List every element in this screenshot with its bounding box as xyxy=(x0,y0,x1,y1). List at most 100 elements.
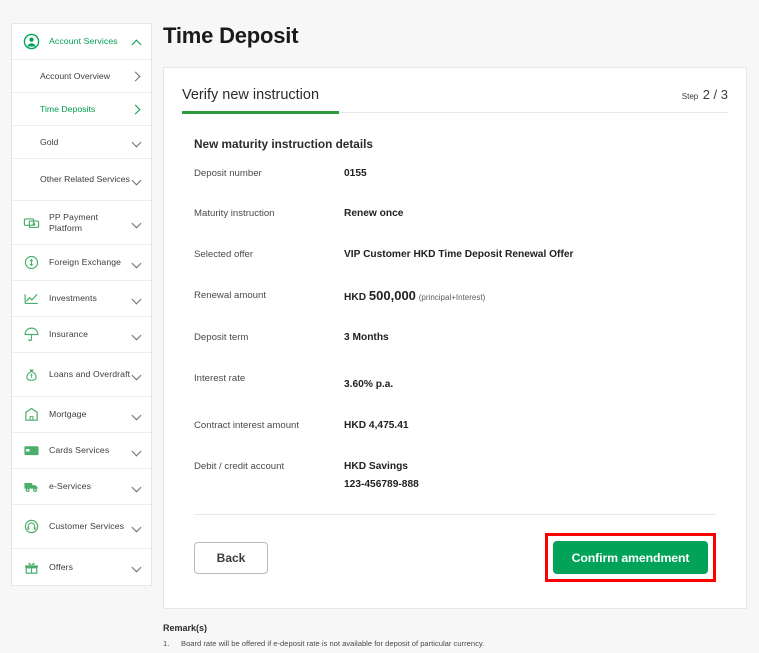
account-number: 123-456789-888 xyxy=(344,479,419,490)
sidebar-item-label: Account Services xyxy=(49,36,118,47)
tab-verify-new-instruction[interactable]: Verify new instruction xyxy=(182,87,319,112)
detail-row-contract-interest-amount: Contract interest amount HKD 4,475.41 xyxy=(194,419,728,433)
sidebar-item-mortgage[interactable]: Mortgage xyxy=(12,397,151,433)
sidebar-item-e-services[interactable]: e-Services xyxy=(12,469,151,505)
sidebar-item-other-related-services[interactable]: Other Related Services xyxy=(12,159,151,201)
chevron-down-icon[interactable] xyxy=(132,562,142,572)
sidebar-item-label: PP Payment Platform xyxy=(49,212,99,233)
chevron-right-icon[interactable] xyxy=(132,71,142,81)
sidebar-subitem-label: Time Deposits xyxy=(40,103,96,114)
account-name: HKD Savings xyxy=(344,461,408,472)
sidebar-item-account-overview[interactable]: Account Overview xyxy=(12,60,151,93)
sidebar-item-foreign-exchange[interactable]: Foreign Exchange xyxy=(12,245,151,281)
chevron-down-icon[interactable] xyxy=(132,258,142,268)
house-icon xyxy=(22,405,41,424)
chevron-down-icon[interactable] xyxy=(132,294,142,304)
confirm-button-highlight: Confirm amendment xyxy=(545,533,716,582)
verify-instruction-card: Verify new instruction Step 2 / 3 New ma… xyxy=(163,67,747,609)
credit-card-icon xyxy=(22,441,41,460)
detail-value: HKD Savings 123-456789-888 xyxy=(344,460,728,492)
detail-row-deposit-number: Deposit number 0155 xyxy=(194,167,728,181)
sidebar-item-time-deposits[interactable]: Time Deposits xyxy=(12,93,151,126)
sidebar-item-account-services[interactable]: Account Services xyxy=(12,24,151,60)
sidebar-item-label: Cards Services xyxy=(49,445,110,456)
currency-exchange-icon xyxy=(22,253,41,272)
sidebar-item-label: Loans and Overdraft xyxy=(49,369,131,380)
chevron-down-icon[interactable] xyxy=(132,410,142,420)
chevron-right-icon[interactable] xyxy=(132,104,142,114)
remark-item: 1. Board rate will be offered if e-depos… xyxy=(163,638,759,650)
chevron-down-icon[interactable] xyxy=(132,446,142,456)
detail-row-renewal-amount: Renewal amount HKD 500,000 (principal+In… xyxy=(194,289,728,305)
chevron-down-icon[interactable] xyxy=(132,175,142,185)
sidebar-item-insurance[interactable]: Insurance xyxy=(12,317,151,353)
detail-label: Deposit term xyxy=(194,332,249,343)
sidebar-navigation: Account Services Account Overview Time D… xyxy=(11,23,152,586)
detail-label: Maturity instruction xyxy=(194,208,275,219)
confirm-amendment-button[interactable]: Confirm amendment xyxy=(553,541,708,574)
detail-value: Renew once xyxy=(344,208,404,219)
detail-value: 0155 xyxy=(344,168,367,179)
main-content: Time Deposit Verify new instruction Step… xyxy=(163,0,759,653)
chevron-down-icon[interactable] xyxy=(132,330,142,340)
sidebar-item-customer-services[interactable]: Customer Services xyxy=(12,505,151,549)
detail-value: 3 Months xyxy=(344,332,389,343)
amount-value: 500,000 xyxy=(368,288,416,303)
sidebar-item-label: Mortgage xyxy=(49,409,87,420)
sidebar-item-investments[interactable]: Investments xyxy=(12,281,151,317)
sidebar-item-label: Investments xyxy=(49,293,97,304)
detail-row-deposit-term: Deposit term 3 Months xyxy=(194,331,728,345)
banknotes-icon xyxy=(22,213,41,232)
money-bag-icon xyxy=(22,365,41,384)
sidebar-item-label: Foreign Exchange xyxy=(49,257,122,268)
card-header: Verify new instruction Step 2 / 3 xyxy=(182,68,728,112)
detail-row-maturity-instruction: Maturity instruction Renew once xyxy=(194,207,728,221)
detail-row-debit-credit-account: Debit / credit account HKD Savings 123-4… xyxy=(194,460,728,492)
sidebar-subitem-label: Account Overview xyxy=(40,70,111,81)
page-title: Time Deposit xyxy=(163,23,299,48)
details-list: Deposit number 0155 Maturity instruction… xyxy=(194,167,728,492)
sidebar-item-label: Offers xyxy=(49,561,74,572)
sidebar-item-gold[interactable]: Gold xyxy=(12,126,151,159)
detail-label: Renewal amount xyxy=(194,290,266,301)
chevron-down-icon[interactable] xyxy=(132,370,142,380)
step-value: 2 / 3 xyxy=(702,87,728,102)
detail-row-selected-offer: Selected offer VIP Customer HKD Time Dep… xyxy=(194,248,728,262)
remark-number: 1. xyxy=(163,639,170,648)
sidebar-subitem-label: Other Related Services xyxy=(40,174,130,185)
section-title: New maturity instruction details xyxy=(194,137,373,151)
detail-label: Deposit number xyxy=(194,168,262,179)
tab-underline xyxy=(182,111,728,114)
step-indicator: Step 2 / 3 xyxy=(682,86,728,112)
chevron-up-icon[interactable] xyxy=(132,37,142,47)
line-chart-icon xyxy=(22,289,41,308)
chevron-down-icon[interactable] xyxy=(132,137,142,147)
detail-value: VIP Customer HKD Time Deposit Renewal Of… xyxy=(344,249,574,260)
currency-code: HKD xyxy=(344,292,367,303)
detail-label: Debit / credit account xyxy=(194,461,285,472)
sidebar-item-pp-payment-platform[interactable]: PP Payment Platform xyxy=(12,201,151,245)
delivery-van-icon xyxy=(22,477,41,496)
sidebar-item-loans-and-overdraft[interactable]: Loans and Overdraft xyxy=(12,353,151,397)
amount-note: (principal+Interest) xyxy=(418,293,486,302)
detail-label: Interest rate xyxy=(194,373,246,384)
gift-icon xyxy=(22,558,41,577)
sidebar-item-cards-services[interactable]: Cards Services xyxy=(12,433,151,469)
chevron-down-icon[interactable] xyxy=(132,482,142,492)
sidebar-subitem-label: Gold xyxy=(40,136,59,147)
chevron-down-icon[interactable] xyxy=(132,522,142,532)
umbrella-icon xyxy=(22,325,41,344)
step-label: Step xyxy=(681,92,699,101)
back-button[interactable]: Back xyxy=(194,541,268,574)
sidebar-item-label: Customer Services xyxy=(49,521,125,532)
detail-label: Selected offer xyxy=(194,249,254,260)
remarks-title: Remark(s) xyxy=(163,623,208,633)
sidebar-item-offers[interactable]: Offers xyxy=(12,549,151,585)
sidebar-item-label: e-Services xyxy=(49,481,92,492)
chevron-down-icon[interactable] xyxy=(132,218,142,228)
remark-text: Board rate will be offered if e-deposit … xyxy=(181,639,485,648)
detail-label: Contract interest amount xyxy=(194,420,300,431)
card-actions: Back Confirm amendment xyxy=(194,533,716,582)
person-circle-icon xyxy=(22,32,41,51)
headset-icon xyxy=(22,517,41,536)
